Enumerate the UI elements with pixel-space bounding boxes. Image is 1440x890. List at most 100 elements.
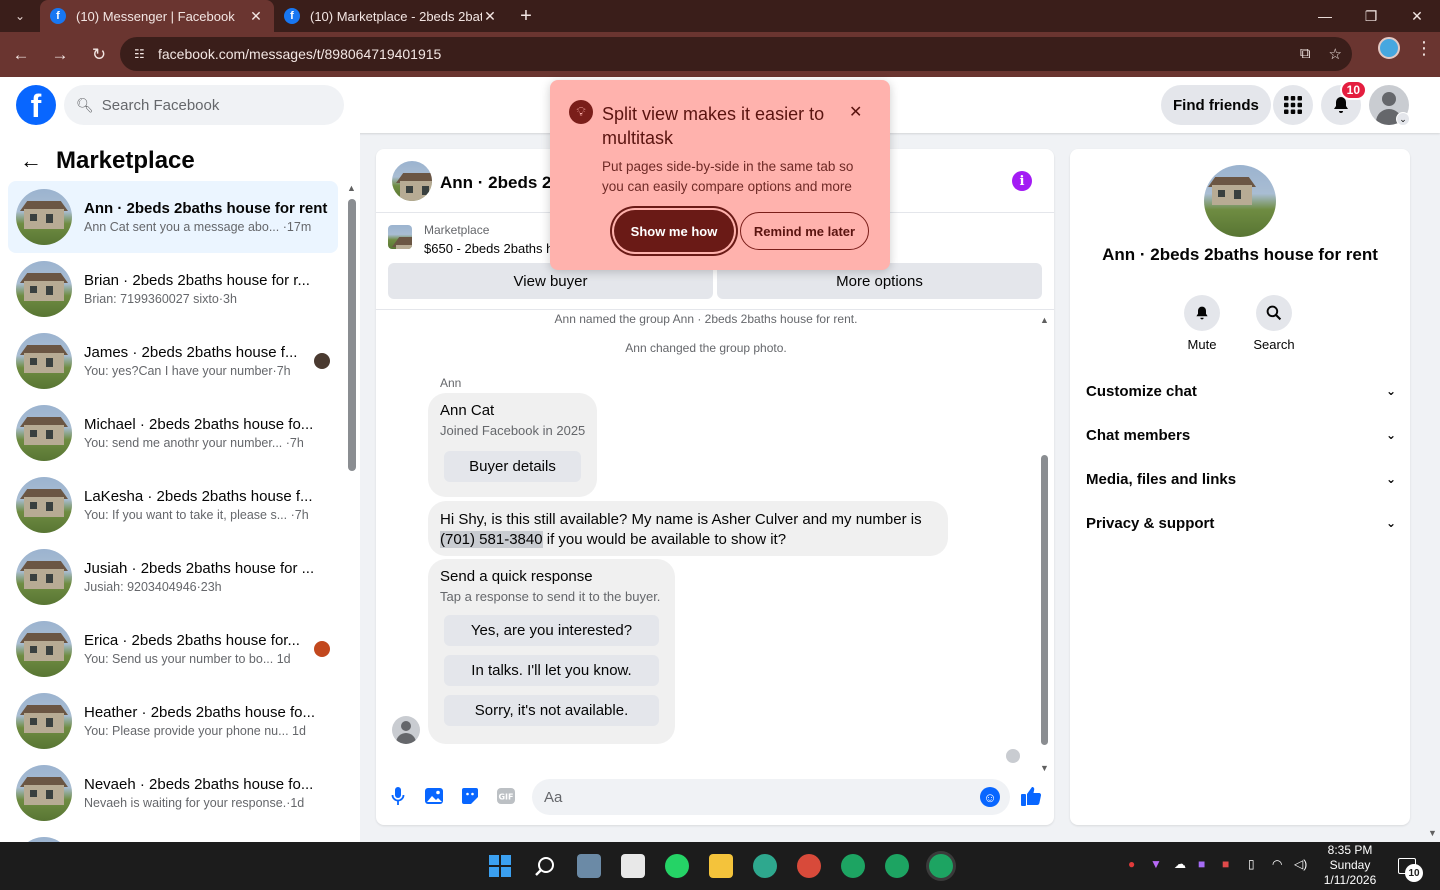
quick-response-talks-button[interactable]: In talks. I'll let you know. — [444, 655, 659, 686]
tray-app2-icon[interactable]: ■ — [1198, 857, 1205, 871]
page-scroll-down-icon[interactable]: ▼ — [1428, 828, 1437, 838]
media-files-links-row[interactable]: Media, files and links ⌄ — [1086, 457, 1396, 501]
message-input[interactable]: Aa ☺ — [532, 779, 1010, 815]
quick-response-yes-button[interactable]: Yes, are you interested? — [444, 615, 659, 646]
browser-menu-icon[interactable]: ⋮ — [1414, 38, 1434, 59]
chevron-down-icon: ⌄ — [1385, 472, 1396, 486]
scroll-down-icon[interactable]: ▼ — [1040, 763, 1049, 773]
notifications-bell-icon[interactable]: 10 — [1321, 80, 1367, 125]
message-bubble: Hi Shy, is this still available? My name… — [428, 501, 948, 556]
facebook-logo-icon[interactable]: f — [16, 85, 56, 125]
conversation-item[interactable]: Nevaeh · 2beds 2baths house fo... Nevaeh… — [8, 757, 338, 829]
listing-thumbnail — [16, 693, 72, 749]
system-clock[interactable]: 8:35 PM Sunday 1/11/2026 — [1318, 843, 1382, 888]
edge-icon[interactable] — [753, 854, 777, 878]
privacy-support-row[interactable]: Privacy & support ⌄ — [1086, 501, 1396, 545]
new-tab-button[interactable]: + — [508, 5, 544, 28]
conversation-preview: You: Send us your number to bo... 1d — [84, 652, 291, 666]
buyer-avatar — [392, 716, 420, 744]
conversation-item[interactable]: Jusiah · 2beds 2baths house for ... Jusi… — [8, 541, 338, 613]
chrome-icon[interactable] — [841, 854, 865, 878]
close-window-icon[interactable]: ✕ — [1394, 0, 1440, 32]
tray-app-icon[interactable]: ● — [1128, 857, 1135, 871]
conversation-item[interactable]: Erica · 2beds 2baths house for... You: S… — [8, 613, 338, 685]
sidebar-header: ← Marketplace — [20, 147, 195, 175]
sidebar-scrollbar[interactable]: ▲ ▼ — [346, 183, 358, 842]
browser-profile-icon[interactable] — [1378, 37, 1400, 59]
tray-cloud-icon[interactable]: ☁ — [1174, 857, 1186, 871]
menu-grid-icon[interactable] — [1273, 85, 1313, 125]
windows-start-icon[interactable] — [488, 854, 512, 878]
photo-icon[interactable] — [423, 785, 445, 807]
conversation-item[interactable]: Heather · 2beds 2baths house fo... You: … — [8, 685, 338, 757]
taskbar-search-icon[interactable] — [533, 854, 557, 878]
close-icon[interactable]: ✕ — [849, 102, 862, 122]
back-arrow-icon[interactable]: ← — [20, 148, 42, 174]
tray-app3-icon[interactable]: ■ — [1222, 857, 1229, 871]
chrome-profile-icon[interactable] — [885, 854, 909, 878]
group-photo[interactable] — [1204, 165, 1276, 237]
volume-icon[interactable]: ◁) — [1294, 857, 1307, 871]
store-icon[interactable] — [621, 854, 645, 878]
emoji-icon[interactable]: ☺ — [980, 787, 1000, 807]
whatsapp-icon[interactable] — [665, 854, 689, 878]
like-thumb-icon[interactable] — [1020, 785, 1042, 807]
chat-avatar[interactable] — [392, 161, 432, 201]
forward-icon[interactable]: → — [42, 37, 78, 73]
browser-tab-messenger[interactable]: f (10) Messenger | Facebook ✕ — [40, 0, 274, 32]
conversation-item[interactable]: Michael · 2beds 2baths house fo... You: … — [8, 397, 338, 469]
minimize-icon[interactable]: — — [1302, 0, 1348, 32]
conversation-item[interactable]: Brian · 2beds 2baths house for r... Bria… — [8, 253, 338, 325]
address-bar[interactable]: ☷ facebook.com/messages/t/89806471940191… — [120, 37, 1352, 71]
search-action[interactable]: Search — [1244, 295, 1304, 352]
tray-vpn-icon[interactable]: ▼ — [1150, 857, 1162, 871]
show-me-how-button[interactable]: Show me how — [614, 210, 734, 252]
phone-number[interactable]: (701) 581-3840 — [440, 531, 543, 548]
browser-tab-marketplace[interactable]: f (10) Marketplace - 2beds 2bath ✕ — [274, 0, 508, 32]
back-icon[interactable]: ← — [3, 37, 39, 73]
install-app-icon[interactable]: ⧉ — [1300, 45, 1311, 63]
chat-members-row[interactable]: Chat members ⌄ — [1086, 413, 1396, 457]
battery-icon[interactable]: ▯ — [1248, 857, 1255, 871]
reload-icon[interactable]: ↻ — [81, 37, 117, 73]
find-friends-button[interactable]: Find friends — [1161, 85, 1271, 125]
conversation-item[interactable]: LaKesha · 2beds 2baths house f... You: I… — [8, 469, 338, 541]
site-info-icon[interactable]: ☷ — [134, 47, 150, 61]
scroll-up-icon[interactable]: ▲ — [1040, 315, 1049, 325]
sticker-icon[interactable] — [459, 785, 481, 807]
conversation-item[interactable]: James · 2beds 2baths house f... You: yes… — [8, 325, 338, 397]
chat-scrollbar[interactable]: ▲ ▼ — [1038, 315, 1050, 773]
mute-action[interactable]: Mute — [1172, 295, 1232, 352]
app-icon[interactable] — [797, 854, 821, 878]
chat-title[interactable]: Ann · 2beds 2b — [440, 173, 562, 193]
conversation-item[interactable]: Ann · 2beds 2baths house for rent Ann Ca… — [8, 181, 338, 253]
scrollbar-thumb[interactable] — [348, 199, 356, 471]
microphone-icon[interactable] — [387, 785, 409, 807]
file-explorer-icon[interactable] — [709, 854, 733, 878]
conversation-item[interactable] — [8, 829, 338, 842]
scroll-up-icon[interactable]: ▲ — [347, 183, 356, 193]
maximize-icon[interactable]: ❐ — [1348, 0, 1394, 32]
conversation-name: LaKesha · 2beds 2baths house f... — [84, 488, 313, 505]
task-view-icon[interactable] — [577, 854, 601, 878]
seen-avatar — [314, 641, 330, 657]
tab-search-button[interactable]: ⌄ — [0, 0, 40, 32]
scrollbar-thumb[interactable] — [1041, 455, 1048, 745]
tab-close-icon[interactable]: ✕ — [482, 8, 498, 25]
search-label: Search — [1253, 337, 1295, 352]
remind-me-later-button[interactable]: Remind me later — [740, 212, 869, 250]
gif-icon[interactable]: GIF — [495, 785, 517, 807]
wifi-icon[interactable]: ◠ — [1272, 857, 1282, 871]
account-chevron-down-icon[interactable]: ⌄ — [1396, 112, 1410, 126]
bookmark-star-icon[interactable]: ☆ — [1329, 45, 1342, 63]
tab-close-icon[interactable]: ✕ — [248, 8, 264, 25]
chrome-active-icon[interactable] — [929, 854, 953, 878]
info-icon[interactable]: i — [1012, 171, 1032, 191]
search-input[interactable]: 🔍︎ Search Facebook — [64, 85, 344, 125]
conversation-preview: You: If you want to take it, please s...… — [84, 508, 309, 522]
bell-icon — [1184, 295, 1220, 331]
customize-chat-row[interactable]: Customize chat ⌄ — [1086, 369, 1396, 413]
buyer-details-button[interactable]: Buyer details — [444, 451, 581, 482]
conversation-preview: You: yes?Can I have your number·7h — [84, 364, 291, 378]
quick-response-unavailable-button[interactable]: Sorry, it's not available. — [444, 695, 659, 726]
